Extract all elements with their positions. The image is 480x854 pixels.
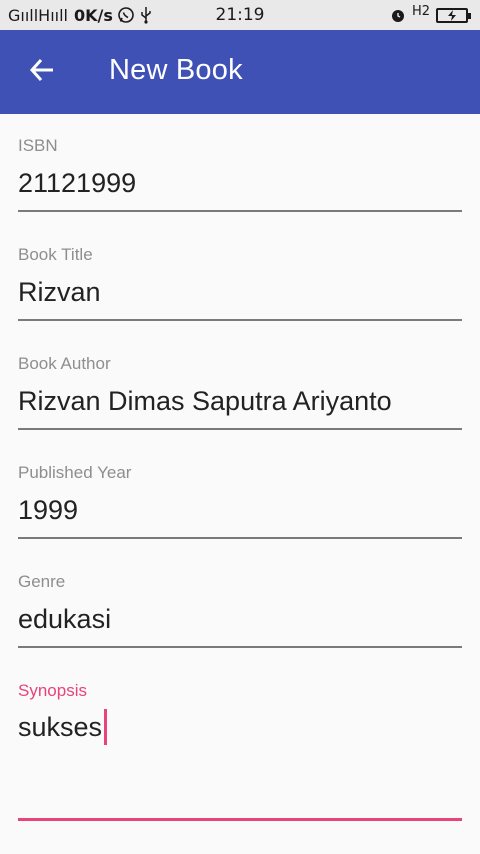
published-year-label: Published Year bbox=[18, 463, 132, 482]
book-author-underline bbox=[18, 428, 462, 430]
genre-field: Genre bbox=[18, 572, 462, 652]
book-title-label: Book Title bbox=[18, 245, 93, 264]
published-year-input[interactable] bbox=[18, 495, 462, 526]
synopsis-label: Synopsis bbox=[18, 681, 87, 700]
book-title-underline bbox=[18, 319, 462, 321]
published-year-field: Published Year bbox=[18, 463, 462, 543]
page-title: New Book bbox=[109, 54, 243, 86]
h2-indicator: H2 bbox=[411, 3, 430, 19]
isbn-underline bbox=[18, 210, 462, 212]
battery-charging-icon bbox=[436, 7, 471, 23]
book-author-input[interactable] bbox=[18, 386, 462, 417]
text-cursor bbox=[104, 709, 108, 745]
genre-label: Genre bbox=[18, 572, 66, 591]
synopsis-text: sukses bbox=[18, 712, 103, 743]
genre-underline bbox=[18, 646, 462, 648]
book-author-label: Book Author bbox=[18, 354, 111, 373]
book-title-field: Book Title bbox=[18, 245, 462, 325]
isbn-field: ISBN bbox=[18, 136, 462, 216]
status-bar: GııllHııll 0K/s 21:19 H2 bbox=[0, 0, 480, 30]
status-right: H2 bbox=[390, 3, 471, 26]
alarm-icon bbox=[390, 7, 406, 23]
app-bar: New Book bbox=[0, 30, 480, 114]
synopsis-input[interactable]: sukses bbox=[18, 709, 462, 811]
published-year-underline bbox=[18, 537, 462, 539]
isbn-label: ISBN bbox=[18, 136, 58, 155]
synopsis-field: Synopsis sukses bbox=[18, 681, 462, 826]
book-author-field: Book Author bbox=[18, 354, 462, 434]
book-title-input[interactable] bbox=[18, 277, 462, 308]
arrow-left-icon bbox=[29, 57, 55, 88]
back-button[interactable] bbox=[20, 52, 64, 92]
synopsis-underline bbox=[18, 818, 462, 821]
isbn-input[interactable] bbox=[18, 168, 462, 199]
genre-input[interactable] bbox=[18, 604, 462, 635]
